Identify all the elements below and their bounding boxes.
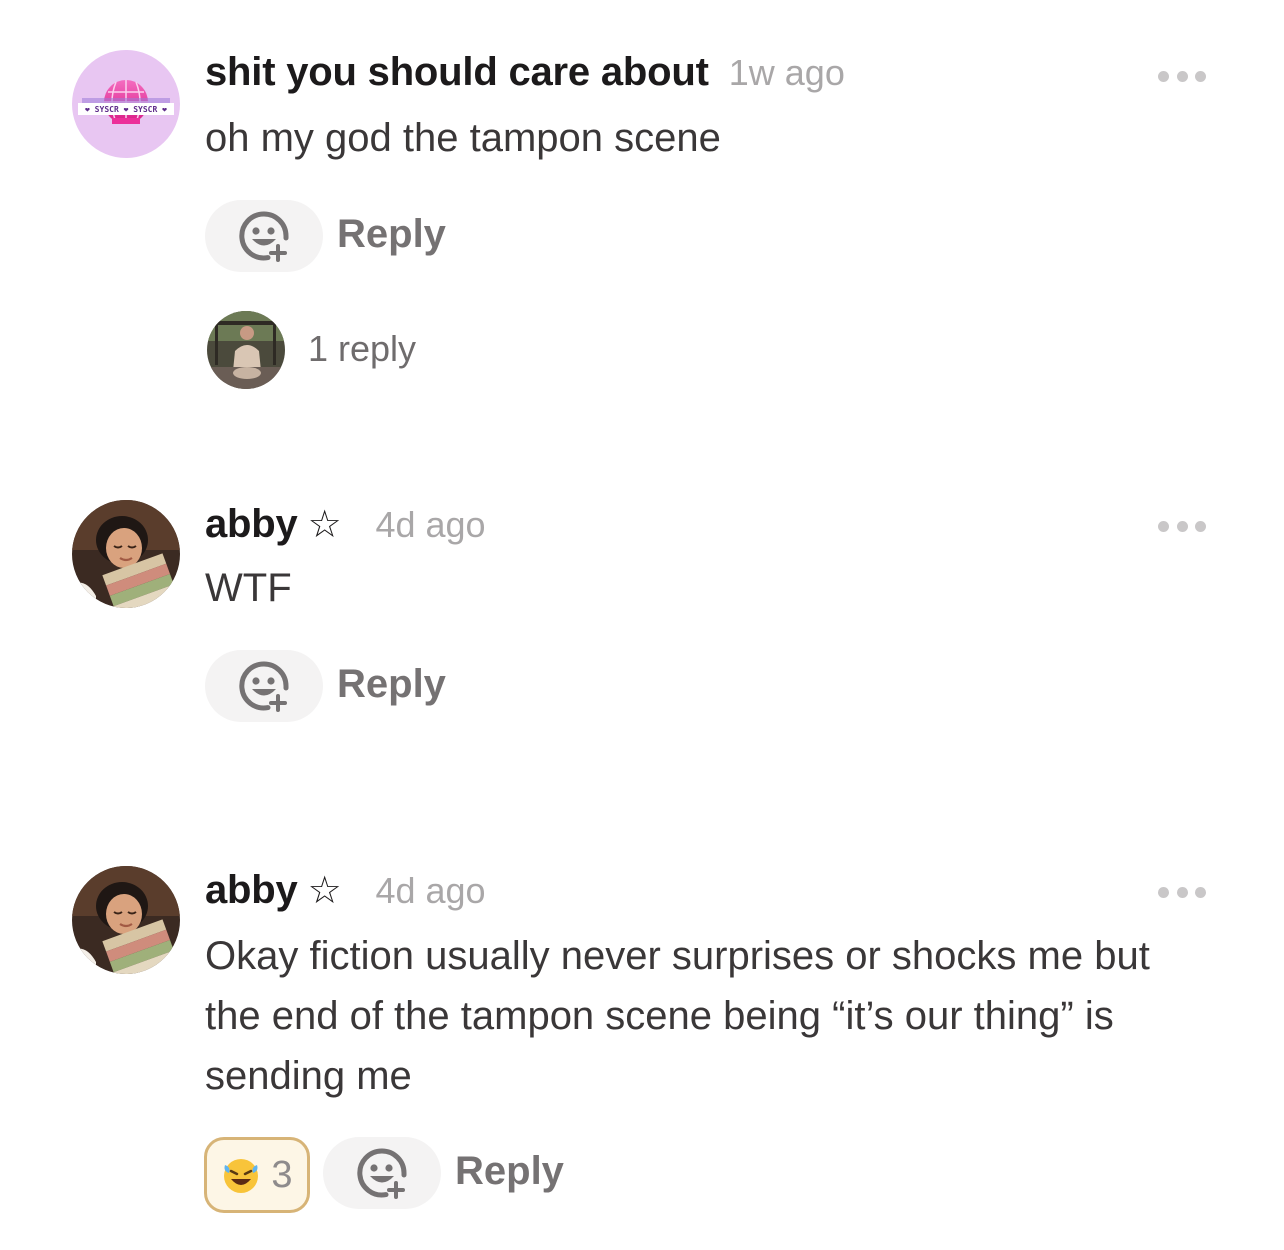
author-name[interactable]: abby	[205, 868, 298, 912]
add-reaction-button[interactable]	[205, 650, 323, 722]
add-reaction-icon	[239, 211, 289, 262]
reply-button[interactable]: Reply	[337, 212, 446, 257]
reaction-count-button[interactable]: 3	[204, 1137, 310, 1213]
add-reaction-icon	[357, 1148, 407, 1199]
add-reaction-icon	[239, 661, 289, 712]
add-reaction-button[interactable]	[205, 200, 323, 272]
avatar-photo	[72, 500, 180, 608]
avatar[interactable]	[72, 866, 180, 974]
author-name[interactable]: abby	[205, 502, 298, 546]
comment-author[interactable]: abby ☆ 4d ago	[205, 868, 486, 913]
add-reaction-button[interactable]	[323, 1137, 441, 1209]
comment-body: oh my god the tampon scene	[205, 116, 721, 160]
comment-timestamp: 1w ago	[728, 52, 845, 93]
reaction-count: 3	[271, 1153, 293, 1196]
ellipsis-icon	[1158, 70, 1169, 82]
comment-timestamp: 4d ago	[375, 504, 486, 545]
reply-button[interactable]: Reply	[337, 662, 446, 707]
reply-avatar[interactable]	[207, 311, 285, 389]
avatar[interactable]	[72, 500, 180, 608]
more-options-button[interactable]	[1158, 886, 1206, 898]
logo-avatar-image: ❤ SYSCR ❤ SYSCR ❤	[72, 50, 180, 158]
star-badge-icon: ☆	[307, 870, 342, 912]
author-name[interactable]: shit you should care about	[205, 50, 709, 94]
star-badge-icon: ☆	[307, 504, 342, 546]
comment-author[interactable]: abby ☆ 4d ago	[205, 502, 486, 547]
view-replies-link[interactable]: 1 reply	[308, 328, 416, 370]
more-options-button[interactable]	[1158, 520, 1206, 532]
svg-text:❤ SYSCR ❤ SYSCR ❤: ❤ SYSCR ❤ SYSCR ❤	[85, 105, 167, 114]
comment-timestamp: 4d ago	[375, 870, 486, 911]
comment-author[interactable]: shit you should care about 1w ago	[205, 50, 845, 95]
comment-body: WTF	[205, 566, 292, 610]
avatar[interactable]: ❤ SYSCR ❤ SYSCR ❤	[72, 50, 180, 158]
ellipsis-icon	[1158, 886, 1169, 898]
comment-body: Okay fiction usually never surprises or …	[205, 934, 1150, 1098]
reply-avatar-photo	[207, 311, 285, 389]
laughing-tears-emoji-icon	[224, 1159, 259, 1193]
avatar-photo	[72, 866, 180, 974]
ellipsis-icon	[1158, 520, 1169, 532]
reply-button[interactable]: Reply	[455, 1149, 564, 1194]
more-options-button[interactable]	[1158, 70, 1206, 82]
